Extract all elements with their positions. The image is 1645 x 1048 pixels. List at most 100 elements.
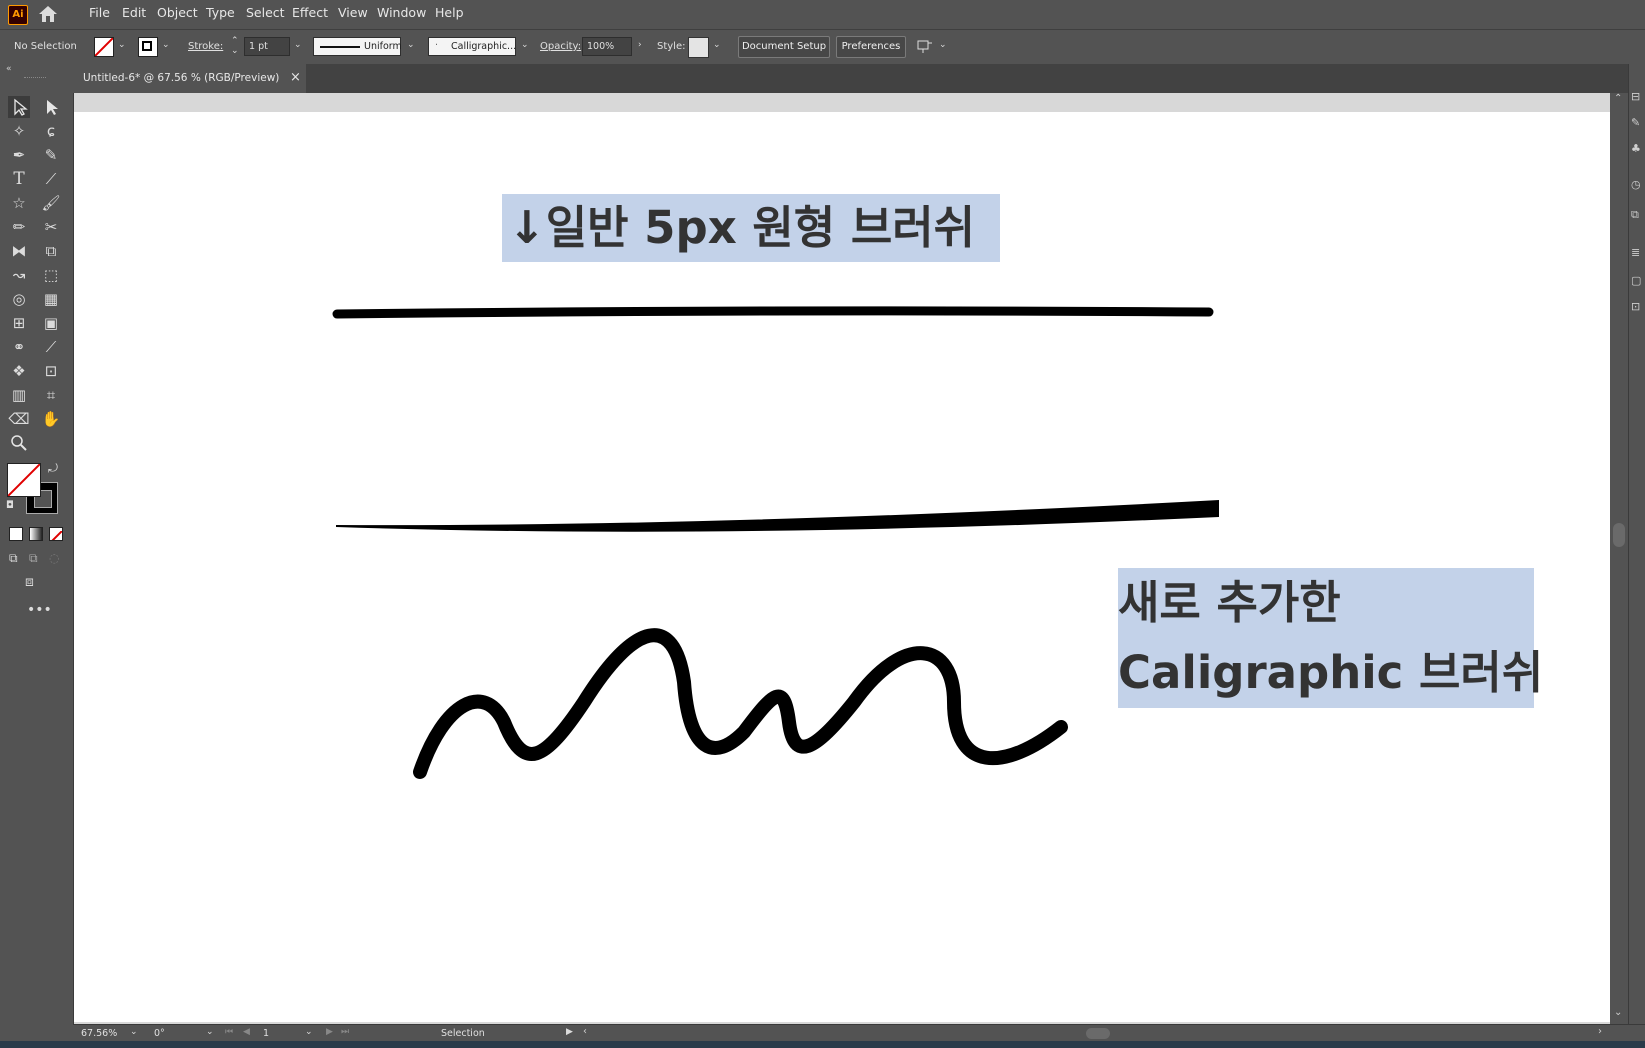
hand-tool-icon[interactable]: ✋ — [40, 408, 62, 430]
menu-effect[interactable]: Effect — [292, 5, 328, 20]
curvature-tool-icon[interactable]: ✎ — [40, 144, 62, 166]
document-tab[interactable]: Untitled-6* @ 67.56 % (RGB/Preview) × — [73, 64, 306, 93]
pen-tool-icon[interactable]: ✒ — [8, 144, 30, 166]
properties-panel-icon[interactable]: ⊟ — [1631, 90, 1640, 103]
star-tool-icon[interactable]: ☆ — [8, 192, 30, 214]
scroll-up-icon[interactable]: ⌃ — [1614, 93, 1622, 104]
stroke-label[interactable]: Stroke: — [188, 41, 223, 52]
type-tool-icon[interactable]: T — [8, 168, 30, 190]
stroke-profile-chevron-icon[interactable]: ⌄ — [407, 40, 415, 50]
asset-export-panel-icon[interactable]: ⊡ — [1631, 300, 1640, 313]
preferences-button[interactable]: Preferences — [836, 36, 906, 58]
stroke-profile-dropdown[interactable]: Uniform — [313, 37, 402, 56]
menu-view[interactable]: View — [338, 5, 368, 20]
collapse-panel-icon[interactable]: « — [6, 64, 12, 74]
menu-window[interactable]: Window — [377, 5, 426, 20]
scale-tool-icon[interactable]: ⧉ — [40, 240, 62, 262]
first-artboard-icon[interactable]: ⏮ — [225, 1027, 233, 1037]
warp-tool-icon[interactable]: ↝ — [8, 264, 30, 286]
opacity-input[interactable]: 100% — [582, 37, 632, 56]
brushes-panel-icon[interactable]: ✎ — [1631, 116, 1640, 129]
style-swatch[interactable] — [688, 37, 709, 58]
vertical-scrollbar[interactable]: ⌃ ⌄ — [1610, 93, 1628, 1024]
paintbrush-tool-icon[interactable]: 🖌 — [40, 192, 62, 214]
gradient-tool-icon[interactable]: ▣ — [40, 312, 62, 334]
menu-object[interactable]: Object — [157, 5, 198, 20]
draw-behind-icon[interactable]: ⧉ — [29, 551, 38, 566]
menu-help[interactable]: Help — [435, 5, 464, 20]
stroke-weight-chevron-icon[interactable]: ⌄ — [294, 40, 302, 50]
document-setup-button[interactable]: Document Setup — [738, 36, 830, 58]
draw-normal-icon[interactable]: ⧉ — [9, 551, 18, 566]
free-transform-tool-icon[interactable]: ⬚ — [40, 264, 62, 286]
stroke-swatch[interactable] — [138, 37, 158, 57]
line-segment-tool-icon[interactable]: ⟋ — [40, 168, 62, 190]
close-tab-icon[interactable]: × — [290, 70, 301, 85]
stroke-stepper-icon[interactable]: ⌃ ⌄ — [231, 36, 239, 56]
scroll-left-icon[interactable]: ‹ — [583, 1026, 587, 1037]
screen-mode-icon[interactable]: ⧈ — [25, 574, 34, 590]
artboard-number[interactable]: 1 — [263, 1028, 269, 1039]
home-icon[interactable] — [37, 4, 59, 24]
libraries-panel-icon[interactable]: ◷ — [1631, 178, 1641, 191]
column-graph-tool-icon[interactable]: ▥ — [8, 384, 30, 406]
artboard-chevron-icon[interactable]: ⌄ — [305, 1027, 313, 1037]
zoom-tool-icon[interactable] — [8, 432, 30, 454]
menu-type[interactable]: Type — [206, 5, 235, 20]
mesh-tool-icon[interactable]: ⊞ — [8, 312, 30, 334]
horizontal-scroll-thumb[interactable] — [1086, 1028, 1110, 1039]
zoom-level[interactable]: 67.56% — [81, 1028, 117, 1039]
perspective-grid-tool-icon[interactable]: ▦ — [40, 288, 62, 310]
stroke-dropdown-chevron-icon[interactable]: ⌄ — [162, 40, 170, 50]
last-artboard-icon[interactable]: ⏭ — [341, 1027, 349, 1037]
fill-dropdown-chevron-icon[interactable]: ⌄ — [118, 40, 126, 50]
next-artboard-icon[interactable]: ▶ — [326, 1027, 333, 1037]
edit-toolbar-icon[interactable]: ••• — [27, 602, 52, 618]
artboard-tool-icon[interactable]: ⊡ — [40, 360, 62, 382]
vertical-scroll-thumb[interactable] — [1613, 523, 1625, 547]
layers-panel-icon[interactable]: ⧉ — [1631, 208, 1639, 222]
selection-tool-icon[interactable] — [8, 96, 30, 118]
direct-selection-tool-icon[interactable] — [40, 96, 62, 118]
draw-inside-icon[interactable]: ◌ — [49, 551, 59, 565]
menu-file[interactable]: File — [89, 5, 110, 20]
style-chevron-icon[interactable]: ⌄ — [713, 40, 721, 50]
artboards-panel-icon[interactable]: ▢ — [1631, 274, 1641, 287]
scissors-tool-icon[interactable]: ✂ — [40, 216, 62, 238]
opacity-label[interactable]: Opacity: — [540, 41, 581, 52]
menu-select[interactable]: Select — [246, 5, 285, 20]
menu-edit[interactable]: Edit — [122, 5, 146, 20]
slice-tool-icon[interactable]: ⌗ — [40, 384, 62, 406]
brush-dropdown[interactable]: · Calligraphic... — [428, 37, 516, 56]
fill-swatch[interactable] — [94, 37, 114, 57]
symbol-sprayer-tool-icon[interactable]: ❖ — [8, 360, 30, 382]
none-mode-icon[interactable] — [49, 527, 63, 541]
default-colors-icon[interactable]: ◘ — [6, 500, 14, 511]
stroke-panel-icon[interactable]: ≣ — [1631, 246, 1640, 259]
fill-color-swatch[interactable] — [7, 463, 41, 497]
blend-tool-icon[interactable]: ⚭ — [8, 336, 30, 358]
arrange-chevron-icon[interactable]: ⌄ — [939, 40, 947, 50]
opacity-chevron-icon[interactable]: › — [638, 40, 642, 50]
panel-grip[interactable] — [24, 77, 46, 80]
eyedropper-tool-icon[interactable]: ⟋ — [40, 336, 62, 358]
status-menu-icon[interactable]: ▶ — [566, 1027, 573, 1037]
reflect-tool-icon[interactable]: ⧓ — [8, 240, 30, 262]
rotation-chevron-icon[interactable]: ⌄ — [206, 1027, 214, 1037]
eraser-tool-icon[interactable]: ⌫ — [8, 408, 30, 430]
arrange-documents-icon[interactable] — [917, 38, 933, 54]
zoom-chevron-icon[interactable]: ⌄ — [130, 1027, 138, 1037]
scroll-down-icon[interactable]: ⌄ — [1614, 1007, 1622, 1018]
shape-builder-tool-icon[interactable]: ◎ — [8, 288, 30, 310]
color-mode-icon[interactable] — [9, 527, 23, 541]
brush-chevron-icon[interactable]: ⌄ — [521, 40, 529, 50]
stroke-weight-input[interactable]: 1 pt — [244, 37, 290, 56]
scroll-right-icon[interactable]: › — [1598, 1026, 1602, 1037]
magic-wand-tool-icon[interactable]: ✧ — [8, 120, 30, 142]
previous-artboard-icon[interactable]: ◀ — [243, 1027, 250, 1037]
artboard[interactable]: ↓일반 5px 원형 브러쉬 새로 추가한 Caligraphic 브러쉬 — [74, 112, 1610, 1022]
gradient-mode-icon[interactable] — [29, 527, 43, 541]
lasso-tool-icon[interactable]: ɕ — [40, 120, 62, 142]
rotation-value[interactable]: 0° — [154, 1028, 165, 1039]
pencil-tool-icon[interactable]: ✏ — [8, 216, 30, 238]
